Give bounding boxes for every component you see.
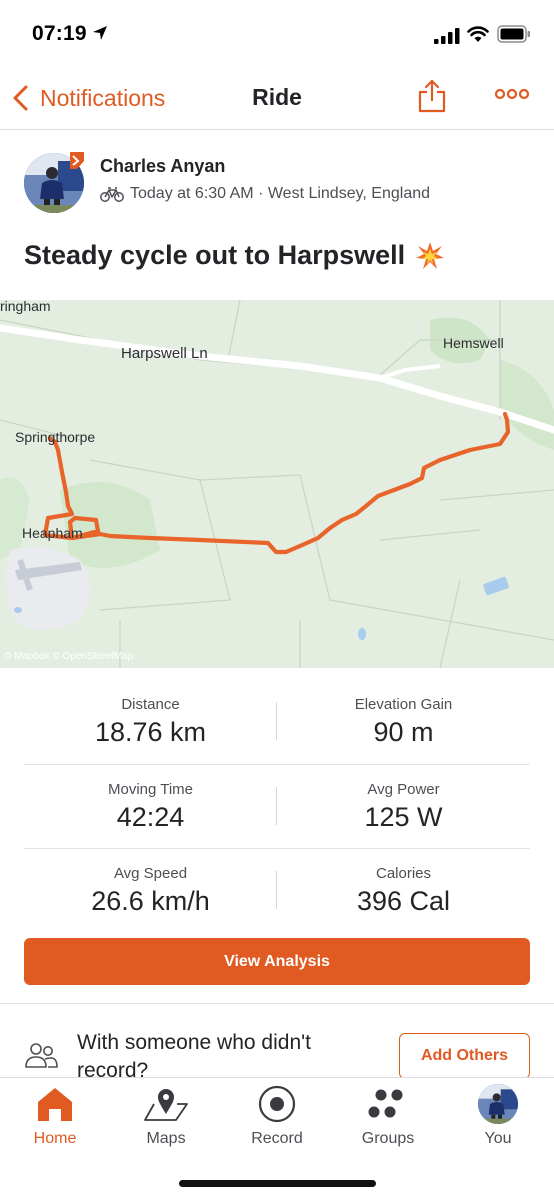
stats-row: Avg Speed 26.6 km/h Calories 396 Cal [24, 848, 530, 932]
stat-avg-power: Avg Power 125 W [277, 765, 530, 833]
record-icon [258, 1085, 296, 1123]
stat-value: 125 W [364, 802, 443, 832]
map-label-hemswell: Hemswell [443, 335, 504, 351]
stat-distance: Distance 18.76 km [24, 680, 277, 748]
tab-you[interactable]: You [443, 1084, 553, 1154]
activity-time-location: Today at 6:30 AM · West Lindsey, England [130, 185, 431, 202]
location-arrow-icon [93, 26, 107, 40]
bike-icon [100, 187, 124, 202]
navigation-bar: Notifications Ride [0, 66, 554, 130]
stats-grid: Distance 18.76 km Elevation Gain 90 m Mo… [24, 680, 530, 932]
map-icon [144, 1089, 188, 1121]
wifi-icon [467, 26, 489, 42]
activity-title-text: Steady cycle out to Harpswell [24, 240, 406, 270]
tab-label: Groups [361, 1130, 415, 1147]
stat-label: Avg Power [367, 781, 440, 798]
map-canvas [0, 299, 554, 669]
tab-groups[interactable]: Groups [333, 1084, 443, 1154]
add-others-button[interactable]: Add Others [399, 1033, 530, 1079]
collision-emoji-icon [416, 241, 445, 269]
groups-icon [368, 1089, 403, 1118]
activity-title: Steady cycle out to Harpswell [24, 240, 445, 271]
tab-home[interactable]: Home [0, 1084, 110, 1154]
map-attribution: © Mapbox © OpenStreetMap [4, 651, 134, 662]
stat-avg-speed: Avg Speed 26.6 km/h [24, 849, 277, 917]
back-button-label: Notifications [40, 84, 166, 111]
stat-label: Moving Time [107, 781, 194, 798]
map-label-ringham: ringham [0, 298, 51, 314]
stat-label: Calories [375, 865, 432, 882]
subscriber-badge-icon [70, 152, 84, 169]
stat-value: 90 m [373, 717, 434, 747]
tab-record[interactable]: Record [222, 1084, 332, 1154]
stat-value: 18.76 km [94, 717, 207, 747]
view-analysis-button[interactable]: View Analysis [24, 938, 530, 985]
stats-row: Distance 18.76 km Elevation Gain 90 m [24, 680, 530, 764]
home-icon [38, 1088, 72, 1121]
map-label-springthorpe: Springthorpe [15, 429, 96, 445]
stat-calories: Calories 396 Cal [277, 849, 530, 917]
tab-label: You [484, 1130, 512, 1147]
stat-moving-time: Moving Time 42:24 [24, 765, 277, 833]
cellular-signal-icon [434, 28, 460, 44]
stat-label: Distance [121, 696, 180, 713]
stat-value: 26.6 km/h [91, 886, 210, 916]
with-someone-prompt: With someone who didn't record? [77, 1031, 311, 1077]
tab-label: Maps [146, 1130, 186, 1147]
more-options-icon[interactable] [494, 86, 530, 102]
athlete-name[interactable]: Charles Anyan [100, 156, 225, 177]
chevron-left-icon [13, 85, 28, 111]
activity-meta: Today at 6:30 AM · West Lindsey, England [100, 185, 430, 203]
stat-value: 42:24 [116, 802, 185, 832]
stat-value: 396 Cal [356, 886, 451, 916]
status-bar: 07:19 [0, 0, 554, 66]
athlete-avatar[interactable] [24, 152, 84, 213]
route-map[interactable]: ringham Harpswell Ln Hemswell Springthor… [0, 298, 554, 669]
stat-label: Elevation Gain [354, 696, 453, 713]
share-icon[interactable] [416, 78, 448, 114]
avatar-photo [478, 1084, 518, 1124]
section-divider [0, 1003, 554, 1004]
stat-elevation-gain: Elevation Gain 90 m [277, 680, 530, 748]
status-time: 07:19 [32, 22, 87, 45]
stats-row: Moving Time 42:24 Avg Power 125 W [24, 764, 530, 848]
tab-label: Home [33, 1130, 77, 1147]
stat-label: Avg Speed [113, 865, 188, 882]
avatar [478, 1084, 518, 1124]
back-button[interactable]: Notifications [10, 80, 165, 116]
map-label-harpswell-ln: Harpswell Ln [121, 345, 208, 362]
home-indicator[interactable] [179, 1180, 376, 1187]
battery-icon [497, 25, 530, 43]
tab-maps[interactable]: Maps [111, 1084, 221, 1154]
people-icon [25, 1043, 58, 1068]
tab-label: Record [251, 1130, 303, 1147]
map-label-heapham: Heapham [22, 525, 83, 541]
